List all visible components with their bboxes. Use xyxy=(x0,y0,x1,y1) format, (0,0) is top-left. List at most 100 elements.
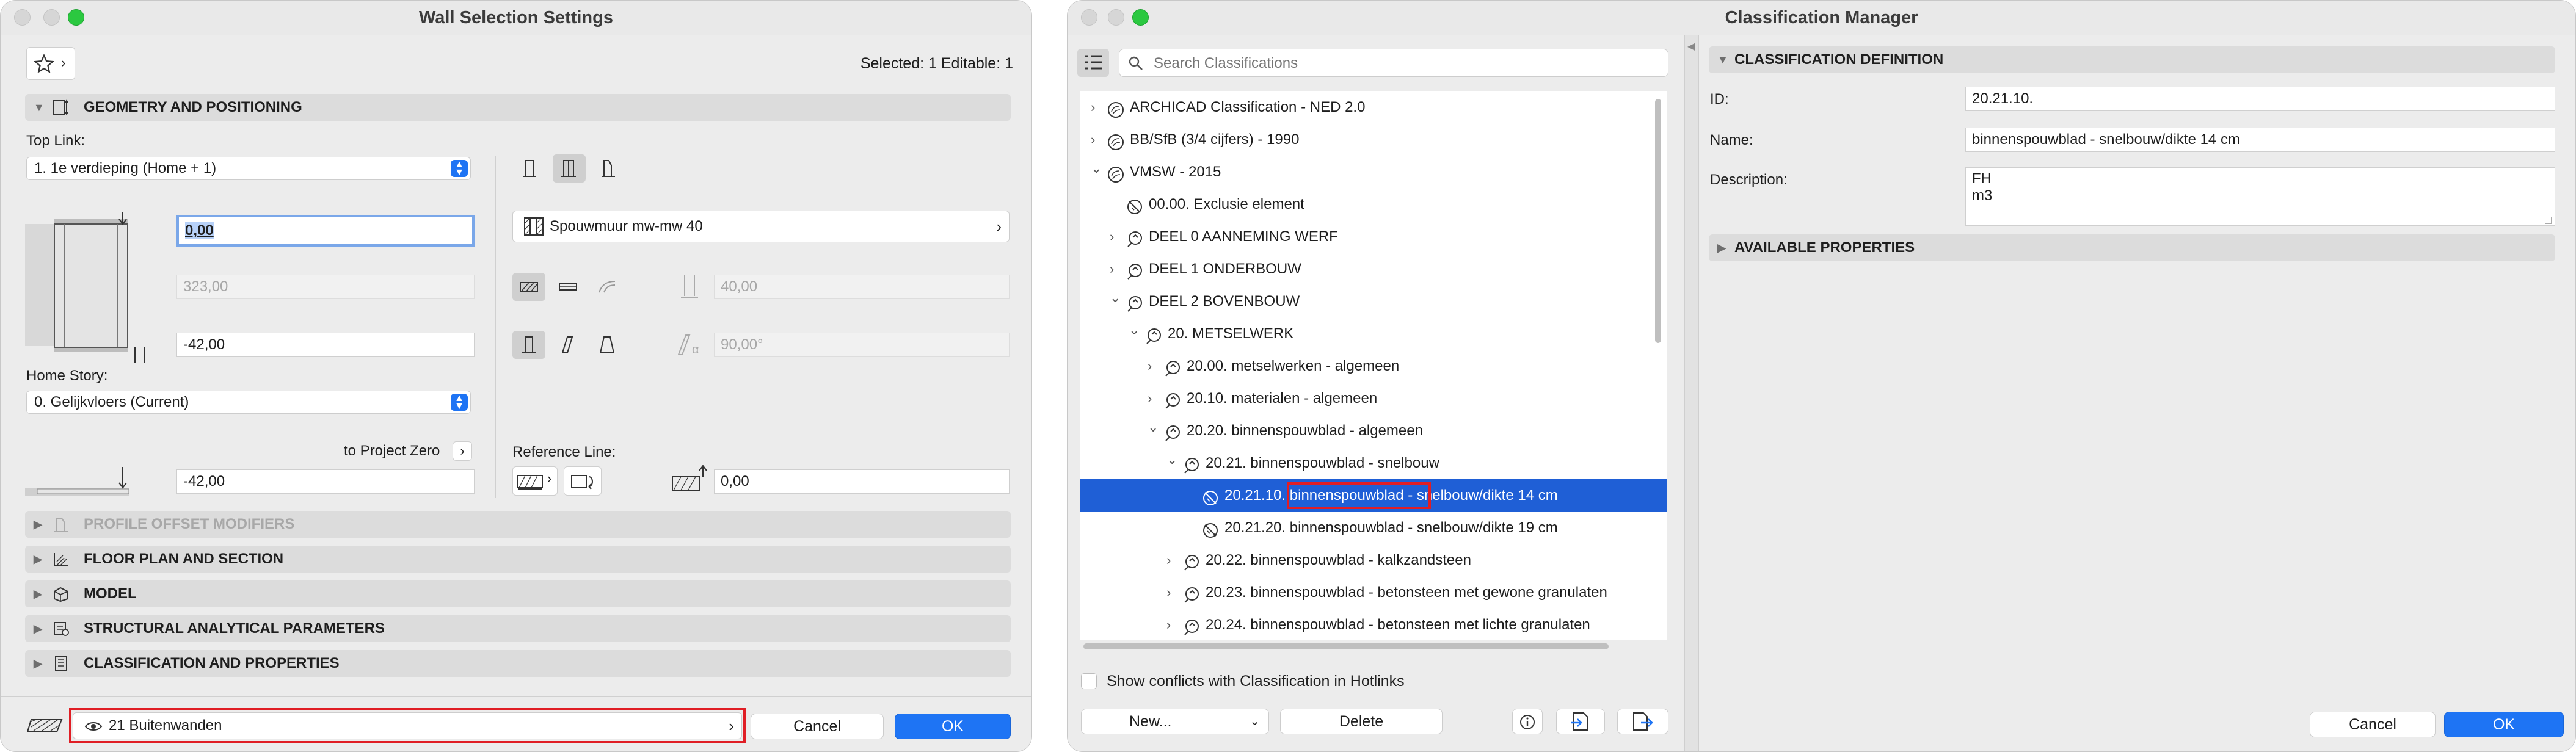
wall-surface-option-3[interactable] xyxy=(591,273,624,301)
top-link-popup[interactable]: 1. 1e verdieping (Home + 1) ▲ ▼ xyxy=(26,157,471,180)
chevron-right-icon[interactable]: › xyxy=(1166,609,1171,640)
import-button[interactable] xyxy=(1556,709,1605,734)
description-field[interactable]: FH m3 xyxy=(1965,167,2555,226)
tree-row[interactable]: ⌄ 20. METSELWERK xyxy=(1080,317,1667,350)
resize-grip-icon[interactable] xyxy=(2545,217,2552,224)
wall-height-field[interactable]: 323,00 xyxy=(176,275,475,299)
reference-line-location-popup[interactable]: › xyxy=(512,466,558,496)
scrollbar-thumb[interactable] xyxy=(1655,99,1661,343)
tree-row[interactable]: › 20.10. materialen - algemeen xyxy=(1080,382,1667,414)
chevron-down-icon[interactable]: ⌄ xyxy=(1110,281,1121,314)
tree-row[interactable]: › 20.00. metselwerken - algemeen xyxy=(1080,350,1667,382)
chevron-down-icon[interactable]: ⌄ xyxy=(1148,411,1159,443)
project-zero-reference-button[interactable]: › xyxy=(453,441,472,461)
composite-structure-popup[interactable]: Spouwmuur mw-mw 40 › xyxy=(512,211,1010,242)
definition-header-label: CLASSIFICATION DEFINITION xyxy=(1734,51,1944,68)
chevron-right-icon[interactable]: › xyxy=(1110,220,1114,253)
chevron-right-icon[interactable]: › xyxy=(1166,544,1171,576)
wall-surface-hatched-option[interactable] xyxy=(512,273,545,301)
tree-row[interactable]: › ARCHICAD Classification - NED 2.0 xyxy=(1080,91,1667,123)
cancel-button[interactable]: Cancel xyxy=(751,714,884,739)
reference-line-swap-button[interactable] xyxy=(564,466,602,496)
slanted-wall-option[interactable] xyxy=(553,154,586,183)
structural-icon xyxy=(54,622,69,636)
profiled-wall-option[interactable] xyxy=(592,154,625,183)
classification-leaf-icon xyxy=(1201,486,1220,505)
tree-row[interactable]: ⌄ DEEL 2 BOVENBOUW xyxy=(1080,285,1667,317)
definition-section-header[interactable]: ▼ CLASSIFICATION DEFINITION xyxy=(1709,46,2555,73)
project-zero-field[interactable]: -42,00 xyxy=(176,469,475,494)
cancel-button[interactable]: Cancel xyxy=(2310,712,2436,737)
section-classification-and-properties[interactable]: ▶ CLASSIFICATION AND PROPERTIES xyxy=(25,650,1011,677)
reference-offset-field[interactable]: 0,00 xyxy=(714,469,1010,494)
wall-trapezoid-tilt-option[interactable] xyxy=(591,331,624,359)
new-classification-button[interactable]: New... ⌄ xyxy=(1081,709,1269,734)
tree-row[interactable]: › 20.23. binnenspouwblad - betonsteen met… xyxy=(1080,576,1667,609)
model-icon xyxy=(54,587,68,602)
tree-view-toggle[interactable] xyxy=(1077,49,1109,77)
wall-slanted-tilt-option[interactable] xyxy=(551,331,584,359)
project-zero-diagram-icon xyxy=(25,467,129,496)
info-button[interactable] xyxy=(1512,709,1543,734)
geometry-section-header[interactable]: ▼ GEOMETRY AND POSITIONING xyxy=(25,94,1011,121)
chevron-down-icon[interactable]: ⌄ xyxy=(1091,152,1102,184)
pane-splitter[interactable]: ◀ xyxy=(1684,35,1699,751)
wall-straight-tilt-option[interactable] xyxy=(512,331,545,359)
search-box[interactable] xyxy=(1119,49,1668,77)
slant-angle-field[interactable]: 90,00° xyxy=(714,333,1010,357)
ok-button[interactable]: OK xyxy=(2444,712,2564,737)
section-label: FLOOR PLAN AND SECTION xyxy=(84,551,284,567)
section-model[interactable]: ▶ MODEL xyxy=(25,580,1011,607)
name-field[interactable]: binnenspouwblad - snelbouw/dikte 14 cm xyxy=(1965,128,2555,152)
tree-row-label: DEEL 2 BOVENBOUW xyxy=(1149,293,1300,309)
ok-button[interactable]: OK xyxy=(895,714,1011,739)
highlight-frame xyxy=(1287,482,1431,509)
tree-row[interactable]: ⌄ 20.20. binnenspouwblad - algemeen xyxy=(1080,414,1667,447)
section-floor-plan-and-section[interactable]: ▶ FLOOR PLAN AND SECTION xyxy=(25,546,1011,573)
chevron-right-icon[interactable]: › xyxy=(1148,382,1152,414)
bottom-offset-field[interactable]: -42,00 xyxy=(176,333,475,357)
export-button[interactable] xyxy=(1617,709,1668,734)
section-label: MODEL xyxy=(84,585,137,602)
classification-item-icon xyxy=(1163,422,1182,441)
chevron-right-icon[interactable]: › xyxy=(1091,123,1095,156)
scrollbar-thumb[interactable] xyxy=(1083,643,1609,649)
tree-row-label: BB/SfB (3/4 cijfers) - 1990 xyxy=(1130,131,1300,148)
id-field[interactable]: 20.21.10. xyxy=(1965,87,2555,111)
available-properties-header[interactable]: ▶ AVAILABLE PROPERTIES xyxy=(1709,234,2555,261)
section-profile-offset-modifiers[interactable]: ▶ PROFILE OFFSET MODIFIERS xyxy=(25,511,1011,538)
new-button-label: New... xyxy=(1129,713,1172,730)
show-conflicts-checkbox[interactable] xyxy=(1081,673,1097,689)
chevron-right-icon[interactable]: › xyxy=(1091,91,1095,123)
tree-row[interactable]: 00.00. Exclusie element xyxy=(1080,188,1667,220)
wall-surface-option-2[interactable] xyxy=(551,273,584,301)
thickness-field[interactable]: 40,00 xyxy=(714,275,1010,299)
straight-wall-option[interactable] xyxy=(514,154,547,183)
classification-leaf-icon xyxy=(1201,519,1220,538)
tree-vertical-scrollbar[interactable] xyxy=(1653,94,1664,631)
search-input[interactable] xyxy=(1152,52,1656,75)
tree-row[interactable]: › 20.22. binnenspouwblad - kalkzandsteen xyxy=(1080,544,1667,576)
tree-row[interactable]: › DEEL 0 AANNEMING WERF xyxy=(1080,220,1667,253)
tree-row-selected[interactable]: 20.21.10. binnenspouwblad - snelbouw/dik… xyxy=(1080,479,1667,512)
chevron-right-icon[interactable]: › xyxy=(1166,576,1171,609)
top-offset-field[interactable]: 0,00 xyxy=(176,215,475,247)
chevron-right-icon[interactable]: › xyxy=(1148,350,1152,382)
tree-row-label: DEEL 0 AANNEMING WERF xyxy=(1149,228,1338,245)
tree-row[interactable]: › 20.24. binnenspouwblad - betonsteen met… xyxy=(1080,609,1667,640)
tree-horizontal-scrollbar[interactable] xyxy=(1080,641,1654,652)
favorites-button[interactable]: › xyxy=(26,47,75,80)
tree-row[interactable]: 20.21.20. binnenspouwblad - snelbouw/dik… xyxy=(1080,512,1667,544)
delete-button[interactable]: Delete xyxy=(1280,709,1443,734)
chevron-down-icon[interactable]: ⌄ xyxy=(1129,314,1140,346)
tree-row[interactable]: › DEEL 1 ONDERBOUW xyxy=(1080,253,1667,285)
chevron-right-icon[interactable]: › xyxy=(1110,253,1114,285)
curved-surface-icon xyxy=(599,281,616,293)
import-icon xyxy=(1571,712,1588,731)
tree-row[interactable]: › BB/SfB (3/4 cijfers) - 1990 xyxy=(1080,123,1667,156)
section-structural-analytical-parameters[interactable]: ▶ STRUCTURAL ANALYTICAL PARAMETERS xyxy=(25,615,1011,642)
tree-row[interactable]: ⌄ 20.21. binnenspouwblad - snelbouw xyxy=(1080,447,1667,479)
chevron-down-icon[interactable]: ⌄ xyxy=(1166,443,1177,475)
home-story-popup[interactable]: 0. Gelijkvloers (Current) ▲ ▼ xyxy=(26,391,471,414)
tree-row[interactable]: ⌄ VMSW - 2015 xyxy=(1080,156,1667,188)
